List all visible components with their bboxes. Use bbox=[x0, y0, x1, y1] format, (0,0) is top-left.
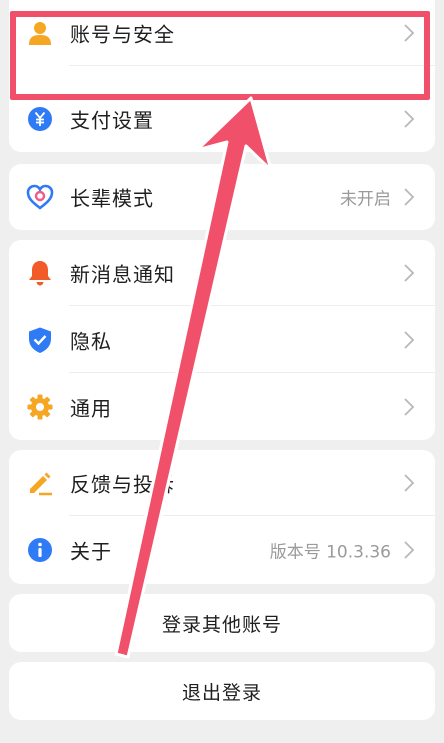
settings-item-label: 长辈模式 bbox=[70, 186, 154, 211]
settings-item-notifications[interactable]: 新消息通知 bbox=[9, 240, 435, 306]
heart-shield-icon bbox=[25, 182, 55, 212]
elder-mode-card: 长辈模式 未开启 bbox=[9, 164, 435, 230]
settings-item-general[interactable]: 通用 bbox=[9, 374, 435, 440]
settings-item-label: 关于 bbox=[70, 539, 112, 564]
settings-item-privacy[interactable]: 隐私 bbox=[9, 307, 435, 373]
info-icon bbox=[25, 535, 55, 565]
chevron-right-icon bbox=[404, 264, 415, 282]
settings-item-about[interactable]: 关于 版本号 10.3.36 bbox=[9, 517, 435, 583]
settings-item-label: 支付设置 bbox=[70, 108, 154, 133]
gear-icon bbox=[25, 392, 55, 422]
version-number: 版本号 10.3.36 bbox=[269, 542, 391, 563]
logout-card: 退出登录 bbox=[9, 662, 435, 720]
settings-page: 账号与安全 支付设置 长辈模式 未开启 新消息通知 隐私 通用 反馈与投诉 关于… bbox=[0, 0, 444, 743]
settings-item-feedback[interactable]: 反馈与投诉 bbox=[9, 450, 435, 516]
settings-item-label: 反馈与投诉 bbox=[70, 472, 175, 497]
chevron-right-icon bbox=[404, 188, 415, 206]
chevron-right-icon bbox=[404, 474, 415, 492]
chevron-right-icon bbox=[404, 541, 415, 559]
login-other-account-card: 登录其他账号 bbox=[9, 594, 435, 652]
chevron-right-icon bbox=[404, 398, 415, 416]
yuan-coin-icon bbox=[25, 104, 55, 134]
edit-pen-icon bbox=[25, 468, 55, 498]
settings-item-elder-mode[interactable]: 长辈模式 未开启 bbox=[9, 164, 435, 230]
chevron-right-icon bbox=[404, 331, 415, 349]
highlight-box bbox=[10, 11, 430, 100]
login-other-account-button[interactable]: 登录其他账号 bbox=[9, 594, 435, 652]
settings-item-label: 隐私 bbox=[70, 329, 112, 354]
bell-icon bbox=[25, 258, 55, 288]
feedback-about-card: 反馈与投诉 关于 版本号 10.3.36 bbox=[9, 450, 435, 584]
settings-item-label: 新消息通知 bbox=[70, 262, 175, 287]
logout-button[interactable]: 退出登录 bbox=[9, 662, 435, 720]
settings-item-label: 通用 bbox=[70, 396, 112, 421]
elder-mode-status: 未开启 bbox=[340, 189, 391, 210]
chevron-right-icon bbox=[404, 110, 415, 128]
shield-check-icon bbox=[25, 325, 55, 355]
general-settings-card: 新消息通知 隐私 通用 bbox=[9, 240, 435, 440]
